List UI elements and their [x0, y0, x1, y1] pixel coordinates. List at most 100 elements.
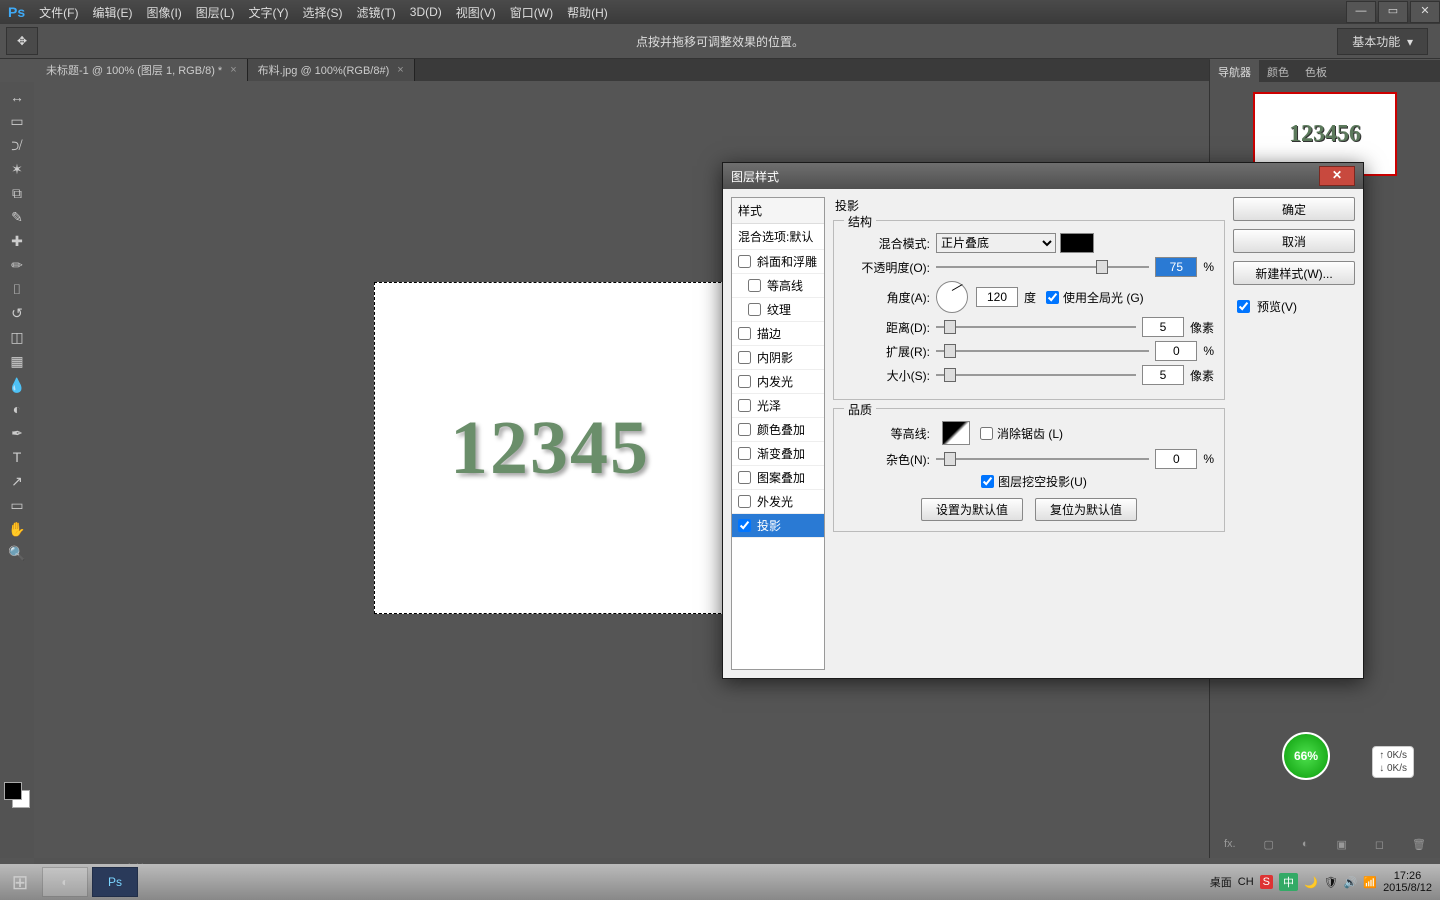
menu-filter[interactable]: 滤镜(T) — [356, 4, 395, 21]
style-bevel[interactable]: 斜面和浮雕 — [732, 250, 824, 274]
window-minimize[interactable]: — — [1346, 1, 1376, 23]
tray-sound-icon[interactable]: 🔊 — [1344, 876, 1358, 889]
menu-layer[interactable]: 图层(L) — [196, 4, 235, 21]
size-slider[interactable] — [936, 368, 1136, 382]
ime-indicator[interactable]: CH — [1238, 876, 1254, 888]
shadow-color[interactable] — [1060, 233, 1094, 253]
distance-slider[interactable] — [936, 320, 1136, 334]
angle-wheel[interactable] — [936, 281, 968, 313]
style-drop-shadow[interactable]: 投影 — [732, 514, 824, 538]
menu-image[interactable]: 图像(I) — [146, 4, 181, 21]
stamp-tool-icon[interactable]: ⌷ — [4, 278, 30, 300]
style-pattern-overlay[interactable]: 图案叠加 — [732, 466, 824, 490]
menu-type[interactable]: 文字(Y) — [248, 4, 288, 21]
noise-input[interactable] — [1155, 449, 1197, 469]
blur-tool-icon[interactable]: 💧 — [4, 374, 30, 396]
close-icon[interactable]: × — [397, 64, 403, 76]
menu-select[interactable]: 选择(S) — [302, 4, 342, 21]
tray-moon-icon[interactable]: 🌙 — [1304, 876, 1318, 889]
history-brush-icon[interactable]: ↺ — [4, 302, 30, 324]
style-texture[interactable]: 纹理 — [732, 298, 824, 322]
crop-tool-icon[interactable]: ⧉ — [4, 182, 30, 204]
tray-clock[interactable]: 17:26 2015/8/12 — [1383, 870, 1432, 894]
distance-input[interactable] — [1142, 317, 1184, 337]
menu-help[interactable]: 帮助(H) — [567, 4, 608, 21]
style-satin[interactable]: 光泽 — [732, 394, 824, 418]
start-button[interactable]: ⊞ — [0, 864, 40, 900]
spread-slider[interactable] — [936, 344, 1149, 358]
style-color-overlay[interactable]: 颜色叠加 — [732, 418, 824, 442]
path-tool-icon[interactable]: ↗ — [4, 470, 30, 492]
menu-edit[interactable]: 编辑(E) — [92, 4, 132, 21]
fg-swatch[interactable] — [4, 782, 22, 800]
move-tool-icon[interactable]: ↔ — [4, 86, 30, 108]
cancel-button[interactable]: 取消 — [1233, 229, 1355, 253]
menu-3d[interactable]: 3D(D) — [410, 5, 442, 19]
brush-tool-icon[interactable]: ✏ — [4, 254, 30, 276]
size-input[interactable] — [1142, 365, 1184, 385]
type-tool-icon[interactable]: T — [4, 446, 30, 468]
tray-net-icon[interactable]: 📶 — [1363, 876, 1377, 889]
angle-input[interactable] — [976, 287, 1018, 307]
blend-mode-select[interactable]: 正片叠底 — [936, 233, 1056, 253]
new-icon[interactable]: ◻ — [1375, 838, 1384, 851]
gradient-tool-icon[interactable]: ▦ — [4, 350, 30, 372]
color-swatches[interactable] — [4, 782, 30, 808]
dodge-tool-icon[interactable]: ◐ — [4, 398, 30, 420]
menu-window[interactable]: 窗口(W) — [510, 4, 553, 21]
doc-tab-2[interactable]: 布料.jpg @ 100%(RGB/8#)× — [248, 59, 415, 81]
tool-preset[interactable]: ✥ — [6, 27, 38, 55]
style-inner-glow[interactable]: 内发光 — [732, 370, 824, 394]
noise-slider[interactable] — [936, 452, 1149, 466]
lasso-tool-icon[interactable]: ⟉ — [4, 134, 30, 156]
menu-file[interactable]: 文件(F) — [39, 4, 78, 21]
style-contour[interactable]: 等高线 — [732, 274, 824, 298]
taskbar-app-ps[interactable]: Ps — [92, 867, 138, 897]
knockout-check[interactable] — [981, 475, 994, 488]
heal-tool-icon[interactable]: ✚ — [4, 230, 30, 252]
dialog-close-button[interactable]: ✕ — [1319, 166, 1355, 186]
blend-options-row[interactable]: 混合选项:默认 — [732, 224, 824, 250]
window-maximize[interactable]: ▭ — [1378, 1, 1408, 23]
tab-swatches[interactable]: 色板 — [1297, 60, 1335, 82]
menu-view[interactable]: 视图(V) — [456, 4, 496, 21]
taskbar-app-1[interactable]: ◐ — [42, 867, 88, 897]
ime-lang[interactable]: 中 — [1279, 873, 1298, 891]
pen-tool-icon[interactable]: ✒ — [4, 422, 30, 444]
ok-button[interactable]: 确定 — [1233, 197, 1355, 221]
new-style-button[interactable]: 新建样式(W)... — [1233, 261, 1355, 285]
hand-tool-icon[interactable]: ✋ — [4, 518, 30, 540]
tray-shield-icon[interactable]: 🛡 — [1324, 876, 1338, 889]
style-gradient-overlay[interactable]: 渐变叠加 — [732, 442, 824, 466]
ime-icon[interactable]: S — [1260, 875, 1273, 889]
marquee-tool-icon[interactable]: ▭ — [4, 110, 30, 132]
eyedropper-tool-icon[interactable]: ✎ — [4, 206, 30, 228]
global-light-check[interactable] — [1046, 291, 1059, 304]
preview-check[interactable] — [1237, 300, 1250, 313]
opacity-input[interactable] — [1155, 257, 1197, 277]
workspace-switcher[interactable]: 基本功能 ▾ — [1337, 28, 1428, 55]
eraser-tool-icon[interactable]: ◫ — [4, 326, 30, 348]
reset-default-button[interactable]: 复位为默认值 — [1035, 498, 1137, 521]
close-icon[interactable]: × — [230, 64, 236, 76]
tab-navigator[interactable]: 导航器 — [1210, 60, 1259, 82]
dialog-titlebar[interactable]: 图层样式 ✕ — [723, 163, 1363, 189]
mask-icon[interactable]: ▢ — [1264, 838, 1274, 851]
spread-input[interactable] — [1155, 341, 1197, 361]
contour-picker[interactable] — [942, 421, 970, 445]
adjust-icon[interactable]: ◐ — [1302, 838, 1309, 850]
set-default-button[interactable]: 设置为默认值 — [921, 498, 1023, 521]
style-stroke[interactable]: 描边 — [732, 322, 824, 346]
shape-tool-icon[interactable]: ▭ — [4, 494, 30, 516]
fx-icon[interactable]: fx. — [1224, 838, 1236, 850]
style-inner-shadow[interactable]: 内阴影 — [732, 346, 824, 370]
doc-tab-1[interactable]: 未标题-1 @ 100% (图层 1, RGB/8) *× — [36, 59, 248, 81]
folder-icon[interactable]: ▣ — [1337, 838, 1347, 851]
trash-icon[interactable]: 🗑 — [1412, 838, 1426, 851]
wand-tool-icon[interactable]: ✶ — [4, 158, 30, 180]
window-close[interactable]: ✕ — [1410, 1, 1440, 23]
style-outer-glow[interactable]: 外发光 — [732, 490, 824, 514]
tab-color[interactable]: 颜色 — [1259, 60, 1297, 82]
antialias-check[interactable] — [980, 427, 993, 440]
zoom-tool-icon[interactable]: 🔍 — [4, 542, 30, 564]
